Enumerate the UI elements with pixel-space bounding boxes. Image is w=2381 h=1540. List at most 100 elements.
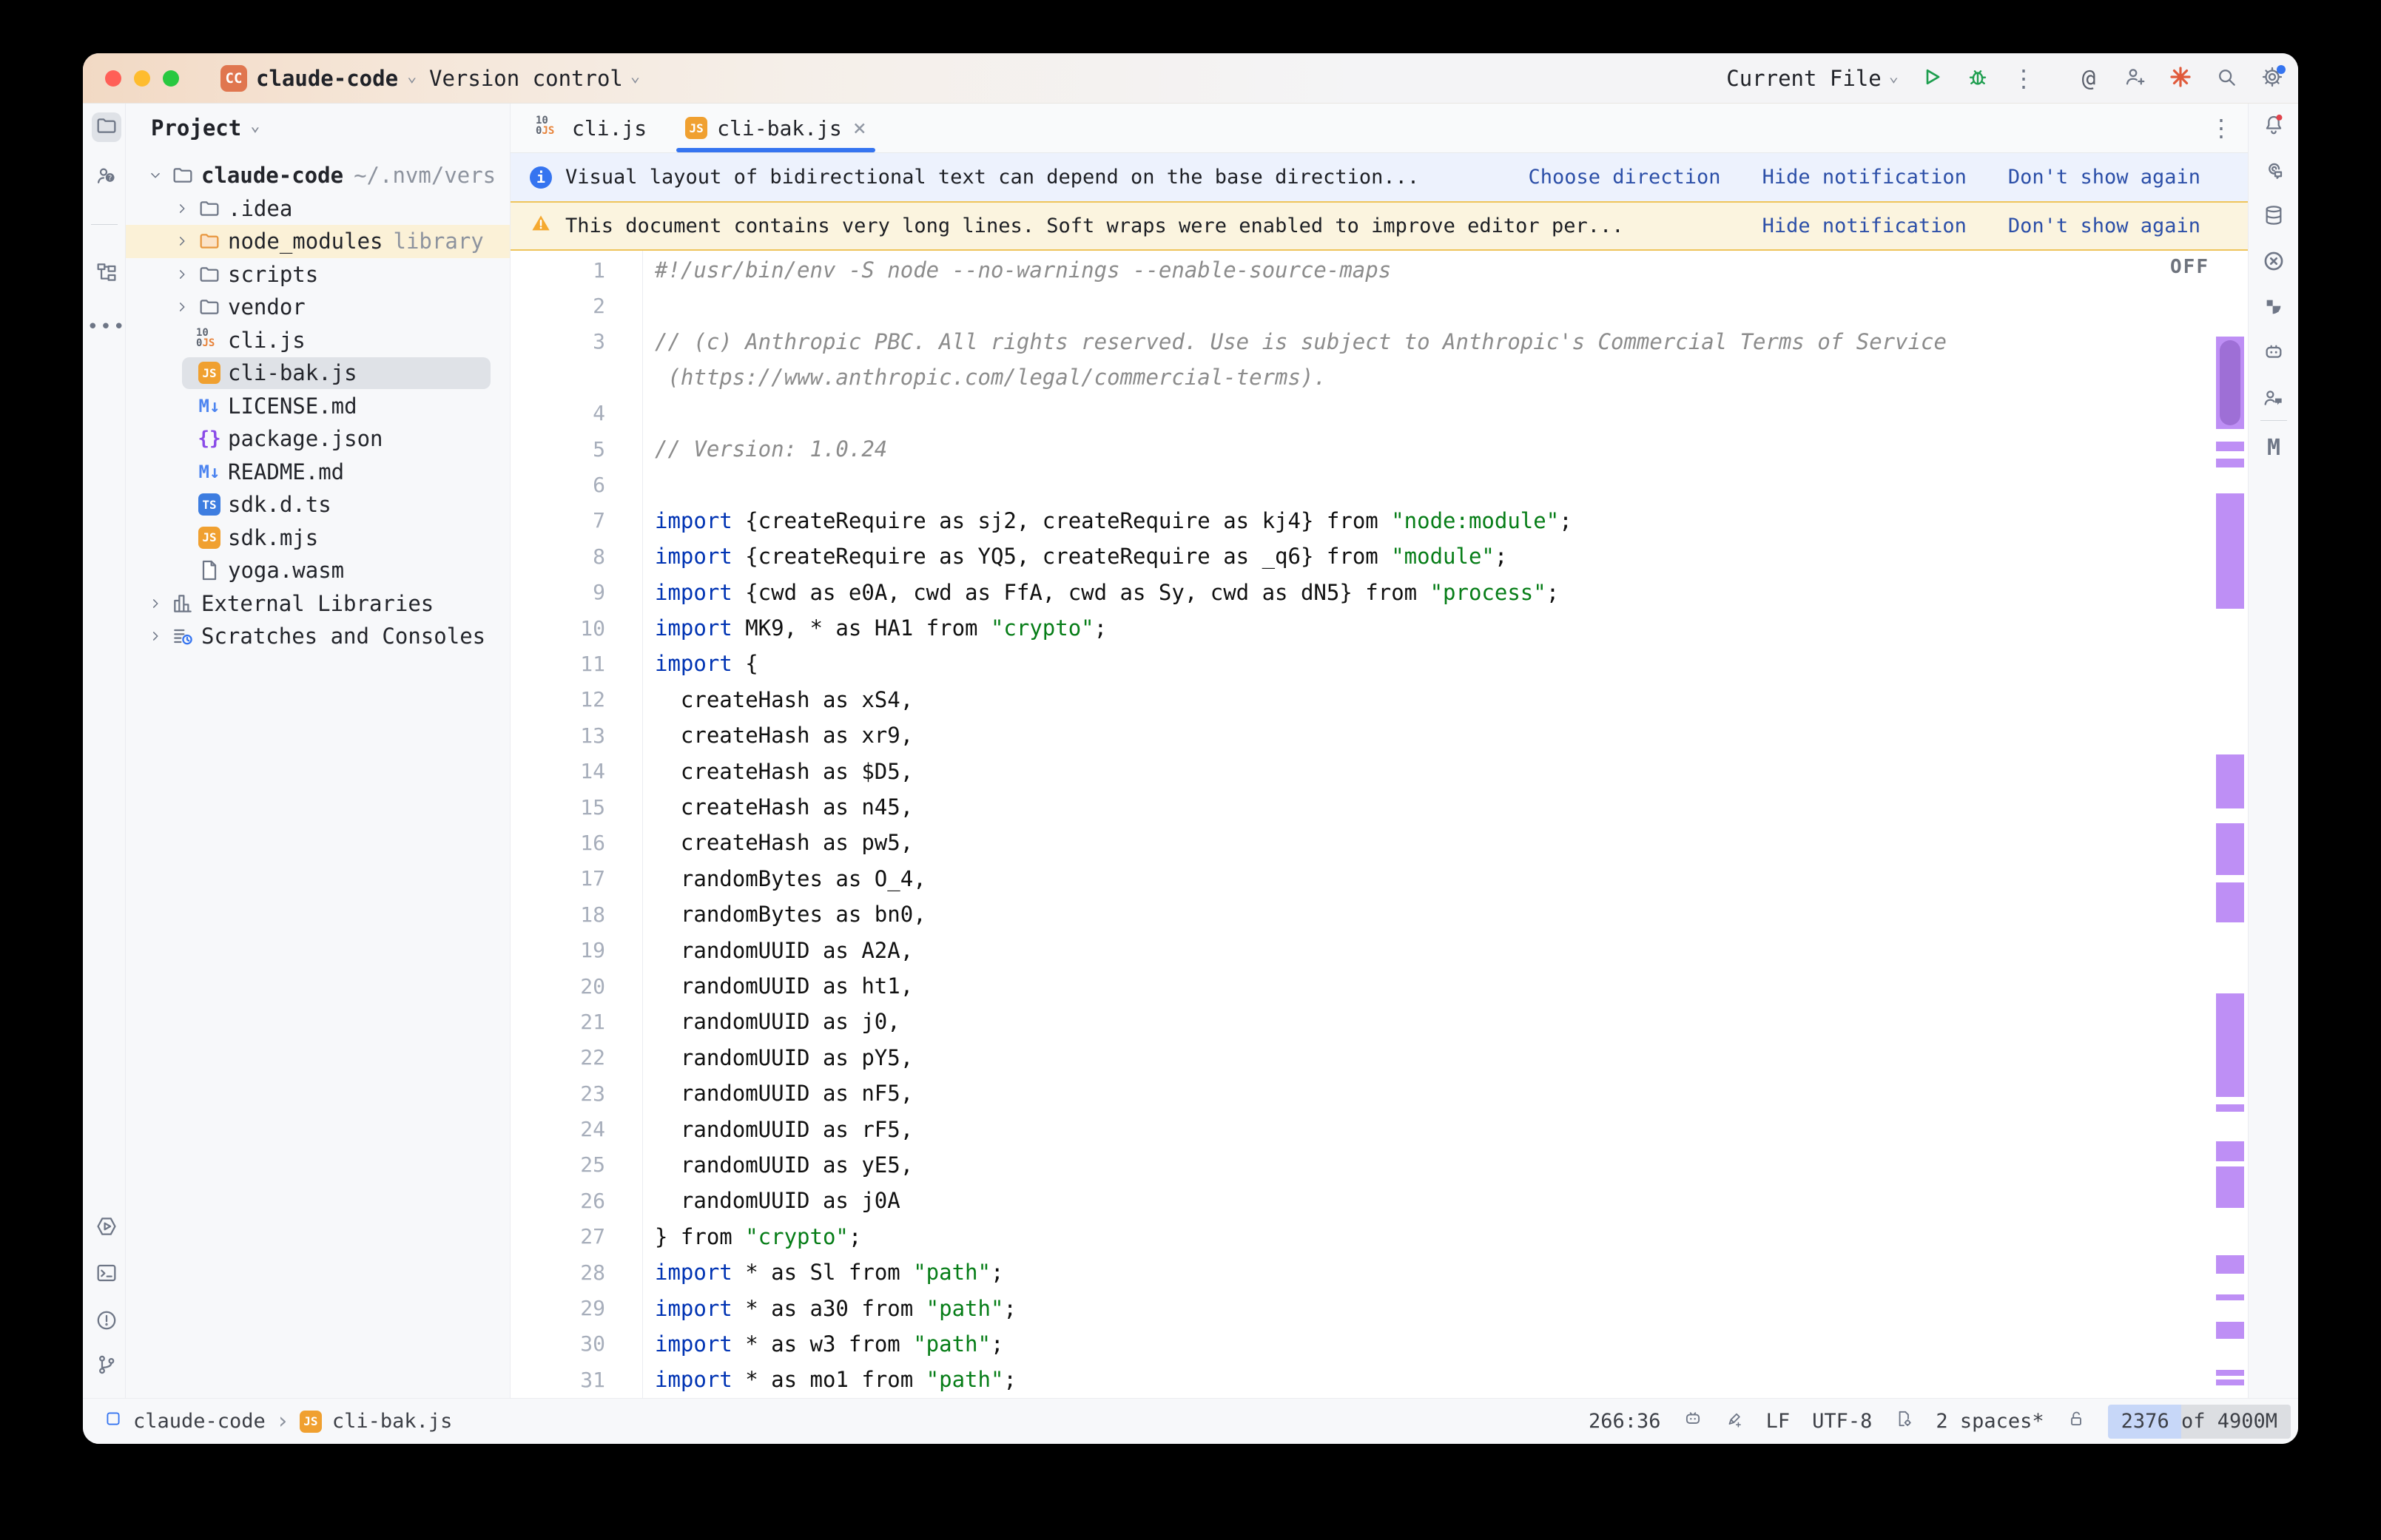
ai-burst-icon[interactable]	[2168, 66, 2193, 91]
chevron-right-icon[interactable]	[169, 266, 195, 283]
code-line-13[interactable]: 13 createHash as xr9,	[511, 717, 2248, 753]
notifications-tool-button[interactable]	[2261, 113, 2286, 138]
chevron-right-icon[interactable]	[169, 200, 195, 217]
x-tool-button[interactable]	[2261, 250, 2286, 275]
code-line-26[interactable]: 26 randomUUID as j0A	[511, 1183, 2248, 1218]
code-line-1[interactable]: 1#!/usr/bin/env -S node --no-warnings --…	[511, 252, 2248, 288]
code-line-18[interactable]: 18 randomBytes as bn0,	[511, 896, 2248, 932]
tree-item--idea[interactable]: .idea	[126, 192, 510, 226]
more-actions-button[interactable]: ⋮	[2011, 66, 2036, 91]
code-line-30[interactable]: 30import * as w3 from "path";	[511, 1326, 2248, 1362]
code-line-12[interactable]: 12 createHash as xS4,	[511, 682, 2248, 717]
zoom-window-button[interactable]	[163, 70, 179, 87]
tree-item-scripts[interactable]: scripts	[126, 258, 510, 291]
notification-link-don-t-show-again[interactable]: Don't show again	[2008, 215, 2200, 237]
problems-tool-button[interactable]	[92, 1307, 121, 1337]
code-line-9[interactable]: 9import {cwd as e0A, cwd as FfA, cwd as …	[511, 575, 2248, 610]
git-tool-button[interactable]	[92, 1351, 121, 1381]
writable-status-icon[interactable]	[2067, 1409, 2086, 1433]
line-separator-widget[interactable]: LF	[1766, 1410, 1791, 1433]
database-tool-button[interactable]	[2261, 204, 2286, 229]
chevron-down-icon[interactable]	[142, 167, 169, 183]
project-selector[interactable]: CC claude-code ⌄	[220, 53, 417, 104]
vcs-menu[interactable]: Version control ⌄	[429, 53, 640, 104]
code-line-27[interactable]: 27} from "crypto";	[511, 1219, 2248, 1254]
tree-item-scratches-and-consoles[interactable]: Scratches and Consoles	[126, 620, 510, 653]
encoding-widget[interactable]: UTF-8	[1812, 1410, 1872, 1433]
structure-tool-button[interactable]	[92, 259, 121, 288]
code-line-20[interactable]: 20 randomUUID as ht1,	[511, 968, 2248, 1004]
code-line-28[interactable]: 28import * as Sl from "path";	[511, 1254, 2248, 1290]
code-editor[interactable]: 1#!/usr/bin/env -S node --no-warnings --…	[511, 251, 2248, 1398]
tree-item-cli-js[interactable]: 100JScli.js	[126, 324, 510, 357]
code-line-16[interactable]: 16 createHash as pw5,	[511, 825, 2248, 860]
m-tool-button[interactable]: M	[2261, 435, 2286, 460]
scrollbar-thumb[interactable]	[2220, 340, 2240, 425]
breadcrumb-file[interactable]: cli-bak.js	[332, 1410, 453, 1433]
notification-link-hide-notification[interactable]: Hide notification	[1762, 166, 1967, 189]
more-tool-windows-button[interactable]: •••	[92, 312, 121, 342]
tree-item-node-modules[interactable]: node_moduleslibrary	[126, 225, 510, 258]
file-settings-icon[interactable]	[1894, 1409, 1913, 1433]
chevron-right-icon[interactable]	[169, 233, 195, 249]
code-line-11[interactable]: 11import {	[511, 646, 2248, 681]
code-line-25[interactable]: 25 randomUUID as yE5,	[511, 1147, 2248, 1183]
code-line-wrap[interactable]: (https://www.anthropic.com/legal/commerc…	[511, 359, 2248, 395]
ai-assistant-tool-button[interactable]	[2261, 159, 2286, 184]
breadcrumb-project[interactable]: claude-code	[133, 1410, 266, 1433]
minimize-window-button[interactable]	[134, 70, 150, 87]
indent-widget[interactable]: 2 spaces*	[1936, 1410, 2044, 1433]
copilot-status-icon[interactable]	[1683, 1409, 1703, 1433]
notification-link-don-t-show-again[interactable]: Don't show again	[2008, 166, 2200, 189]
run-configuration-selector[interactable]: Current File ⌄	[1726, 66, 1899, 91]
highlighting-level-icon[interactable]	[1725, 1409, 1744, 1433]
tree-item-sdk-d-ts[interactable]: TSsdk.d.ts	[126, 488, 510, 521]
tree-item-package-json[interactable]: {}package.json	[126, 422, 510, 456]
mentions-icon[interactable]: @	[2076, 66, 2101, 91]
tree-item-claude-code[interactable]: claude-code~/.nvm/vers	[126, 159, 510, 192]
chevron-right-icon[interactable]	[142, 595, 169, 612]
code-with-me-tool-button[interactable]	[2261, 387, 2286, 412]
tab-cli-bak-js[interactable]: JS cli-bak.js ×	[666, 104, 886, 152]
bot-tool-button[interactable]	[2261, 341, 2286, 366]
code-line-19[interactable]: 19 randomUUID as A2A,	[511, 932, 2248, 967]
project-tool-button[interactable]	[92, 112, 121, 142]
tree-item-license-md[interactable]: M↓LICENSE.md	[126, 390, 510, 423]
code-line-14[interactable]: 14 createHash as $D5,	[511, 753, 2248, 788]
tab-options-button[interactable]: ⋮	[2209, 114, 2233, 142]
code-line-8[interactable]: 8import {createRequire as YQ5, createReq…	[511, 538, 2248, 574]
chevron-right-icon[interactable]	[142, 628, 169, 644]
pull-requests-tool-button[interactable]: ?	[92, 163, 121, 192]
tree-item-sdk-mjs[interactable]: JSsdk.mjs	[126, 521, 510, 555]
tree-item-readme-md[interactable]: M↓README.md	[126, 456, 510, 489]
code-line-4[interactable]: 4	[511, 396, 2248, 431]
code-line-5[interactable]: 5// Version: 1.0.24	[511, 431, 2248, 467]
chevron-right-icon[interactable]	[169, 299, 195, 315]
project-panel-header[interactable]: Project ⌄	[126, 104, 510, 152]
tree-item-yoga-wasm[interactable]: yoga.wasm	[126, 554, 510, 587]
terminal-tool-button[interactable]	[92, 1260, 121, 1289]
memory-indicator[interactable]: 2376 of 4900M	[2108, 1405, 2291, 1439]
code-line-29[interactable]: 29import * as a30 from "path";	[511, 1290, 2248, 1325]
caret-position-widget[interactable]: 266:36	[1589, 1410, 1661, 1433]
code-line-17[interactable]: 17 randomBytes as O_4,	[511, 861, 2248, 896]
notification-link-hide-notification[interactable]: Hide notification	[1762, 215, 1967, 237]
notification-link-choose-direction[interactable]: Choose direction	[1528, 166, 1720, 189]
run-button[interactable]	[1919, 66, 1944, 91]
close-window-button[interactable]	[105, 70, 121, 87]
code-line-31[interactable]: 31import * as mo1 from "path";	[511, 1362, 2248, 1397]
search-everywhere-button[interactable]	[2214, 66, 2239, 91]
editor-scrollbar[interactable]	[2216, 251, 2244, 1398]
settings-button[interactable]	[2260, 66, 2285, 91]
code-line-2[interactable]: 2	[511, 288, 2248, 323]
tab-cli-js[interactable]: 100JS cli.js	[516, 104, 666, 152]
code-line-7[interactable]: 7import {createRequire as sj2, createReq…	[511, 503, 2248, 538]
code-line-21[interactable]: 21 randomUUID as j0,	[511, 1004, 2248, 1039]
plugin-tool-button[interactable]	[2261, 296, 2286, 321]
code-line-23[interactable]: 23 randomUUID as nF5,	[511, 1075, 2248, 1111]
code-line-24[interactable]: 24 randomUUID as rF5,	[511, 1111, 2248, 1146]
tree-item-cli-bak-js[interactable]: JScli-bak.js	[126, 357, 510, 390]
code-line-6[interactable]: 6	[511, 467, 2248, 502]
services-tool-button[interactable]	[92, 1213, 121, 1243]
add-user-icon[interactable]	[2122, 66, 2147, 91]
